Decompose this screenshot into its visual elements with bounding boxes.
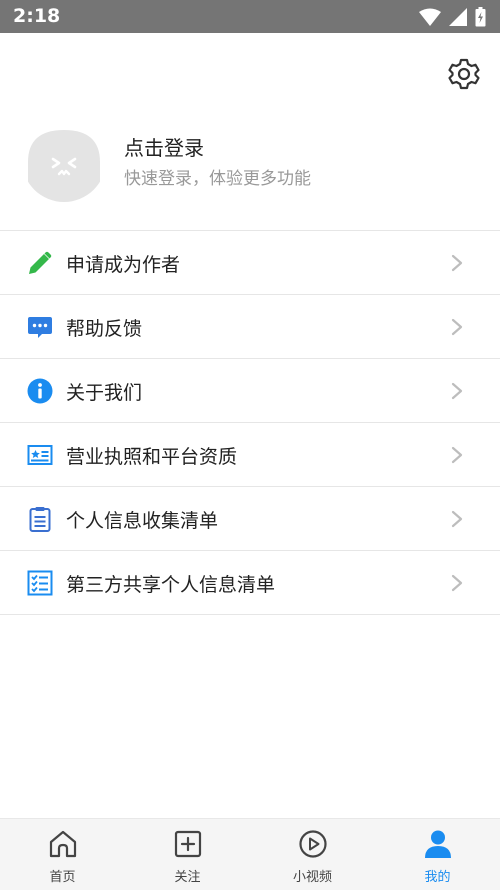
avatar[interactable] [22,118,106,202]
menu-item-label: 关于我们 [66,382,143,404]
menu-item-label: 第三方共享个人信息清单 [66,574,276,596]
status-time: 2:18 [13,5,61,27]
menu-item-label: 帮助反馈 [66,318,143,340]
menu-item-personal-info-list[interactable]: 个人信息收集清单 [0,487,500,551]
menu-item-business-license[interactable]: 营业执照和平台资质 [0,423,500,487]
tab-label: 我的 [424,870,451,885]
menu-item-label: 个人信息收集清单 [66,510,219,532]
pencil-icon [29,251,52,274]
tab-label: 小视频 [292,870,332,885]
checklist-icon [27,570,53,596]
chevron-right-icon [451,318,463,336]
tab-follow[interactable]: 关注 [125,819,250,890]
menu-item-third-party-sharing[interactable]: 第三方共享个人信息清单 [0,551,500,615]
status-icons [419,6,486,28]
tab-mine[interactable]: 我的 [375,819,500,890]
chat-bubble-icon [28,317,52,338]
play-circle-icon [298,830,327,858]
menu-item-help-feedback[interactable]: 帮助反馈 [0,295,500,359]
gear-icon [448,58,480,90]
person-icon [424,830,451,858]
settings-button[interactable] [446,56,482,92]
tab-home[interactable]: 首页 [0,819,125,890]
menu-item-label: 营业执照和平台资质 [66,446,238,468]
battery-icon [475,7,486,27]
chevron-right-icon [451,254,463,272]
status-bar: 2:18 [0,0,500,33]
tab-label: 首页 [49,870,76,885]
bottom-tab-bar: 首页 关注 小视频 我的 [0,818,500,890]
menu-item-label: 申请成为作者 [66,254,181,276]
menu-item-apply-author[interactable]: 申请成为作者 [0,231,500,295]
tab-label: 关注 [174,870,201,885]
menu-item-about-us[interactable]: 关于我们 [0,359,500,423]
license-card-icon [27,445,53,465]
signal-icon [449,8,467,26]
chevron-right-icon [451,382,463,400]
chevron-right-icon [451,574,463,592]
wifi-icon [419,8,441,26]
menu-list: 申请成为作者 帮助反馈 关于我们 营业执照和平台资质 个人信息收集清单 第三方共… [0,230,500,615]
home-icon [49,830,76,858]
profile-header: 点击登录 快速登录，体验更多功能 [0,110,500,230]
login-subtitle: 快速登录，体验更多功能 [124,169,311,189]
chevron-right-icon [451,510,463,528]
info-icon [27,378,53,404]
default-avatar-icon [22,118,106,202]
chevron-right-icon [451,446,463,464]
add-square-icon [174,830,201,858]
tab-short-video[interactable]: 小视频 [250,819,375,890]
clipboard-list-icon [29,507,51,532]
login-prompt[interactable]: 点击登录 [124,132,204,161]
